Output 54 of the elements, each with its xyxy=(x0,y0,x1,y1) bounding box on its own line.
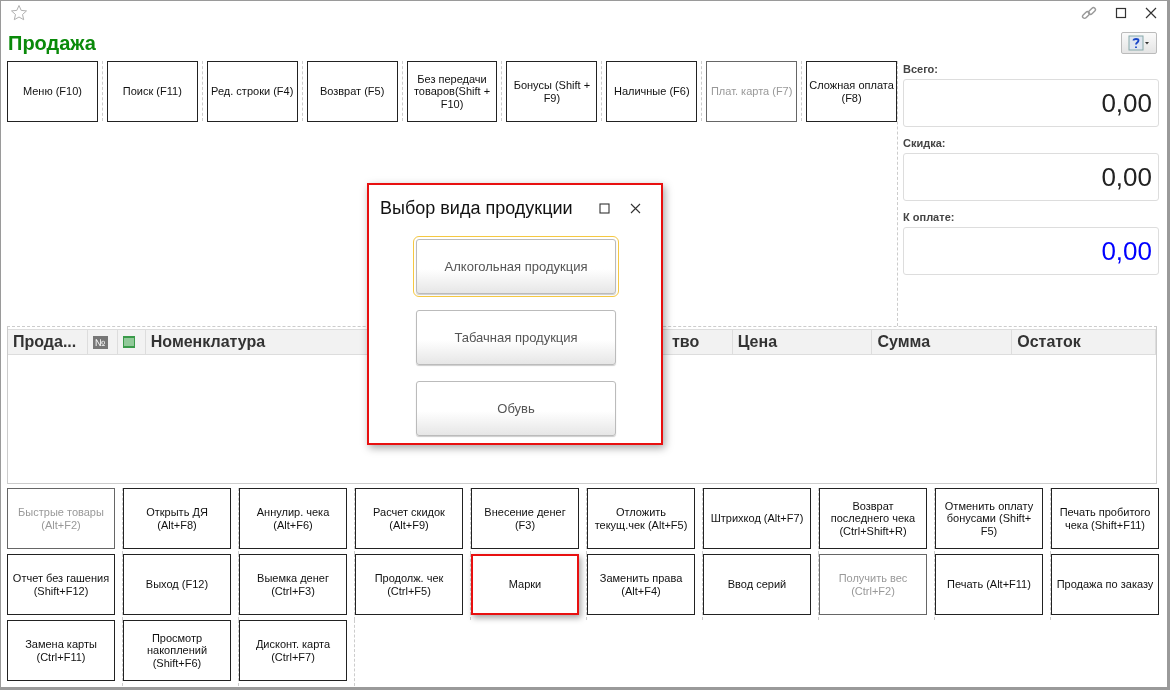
close-icon[interactable] xyxy=(1145,7,1157,19)
toolbar-button[interactable]: Наличные (F6) xyxy=(606,61,698,122)
window-title: Продажа xyxy=(8,31,96,55)
action-button[interactable]: Открыть ДЯ (Alt+F8) xyxy=(123,488,231,549)
action-button[interactable]: Дисконт. карта (Ctrl+F7) xyxy=(239,620,347,681)
column-header[interactable]: Прода... xyxy=(13,333,77,351)
help-icon xyxy=(1128,35,1150,51)
action-button[interactable]: Отложить текущ.чек (Alt+F5) xyxy=(587,488,695,549)
close-icon[interactable] xyxy=(629,202,641,214)
action-button[interactable]: Ввод серий xyxy=(703,554,811,615)
action-button[interactable]: Продолж. чек (Ctrl+F5) xyxy=(355,554,463,615)
action-button[interactable]: Внесение денег (F3) xyxy=(471,488,579,549)
option-button[interactable]: Обувь xyxy=(416,381,616,436)
action-button[interactable]: Расчет скидок (Alt+F9) xyxy=(355,488,463,549)
toolbar-button[interactable]: Без передачи товаров(Shift + F10) xyxy=(406,61,498,122)
action-button[interactable]: Печать (Alt+F11) xyxy=(935,554,1043,615)
toolbar-button[interactable]: Меню (F10) xyxy=(7,61,98,122)
star-icon[interactable] xyxy=(10,4,28,22)
column-header[interactable]: Номенклатура xyxy=(150,333,266,351)
toolbar-button[interactable]: Поиск (F11) xyxy=(106,61,198,122)
action-button[interactable]: Отменить оплату бонусами (Shift+ F5) xyxy=(935,488,1043,549)
column-header[interactable]: Сумма xyxy=(877,333,931,351)
column-header[interactable]: Цена xyxy=(737,333,778,351)
number-column-header[interactable]: № xyxy=(92,335,108,349)
action-button[interactable]: Отчет без гашения (Shift+F12) xyxy=(7,554,115,615)
action-button[interactable]: Штрихкод (Alt+F7) xyxy=(703,488,811,549)
total-field: 0,00 xyxy=(903,79,1159,127)
toolbar-button[interactable]: Ред. строки (F4) xyxy=(206,61,298,122)
action-button[interactable]: Продажа по заказу xyxy=(1051,554,1159,615)
option-button[interactable]: Табачная продукция xyxy=(416,310,616,365)
action-button[interactable]: Печать пробитого чека (Shift+F11) xyxy=(1051,488,1159,549)
action-button[interactable]: Выход (F12) xyxy=(123,554,231,615)
column-header[interactable]: Остаток xyxy=(1017,333,1081,351)
maximize-icon[interactable] xyxy=(1115,7,1127,19)
action-button[interactable]: Марки xyxy=(471,554,579,615)
total-label: Всего: xyxy=(903,63,939,75)
total-field: 0,00 xyxy=(903,153,1159,201)
toolbar-button[interactable]: Бонусы (Shift + F9) xyxy=(506,61,598,122)
maximize-icon[interactable] xyxy=(598,202,610,214)
toolbar-button[interactable]: Возврат (F5) xyxy=(306,61,398,122)
total-label: К оплате: xyxy=(903,211,956,223)
action-button[interactable]: Возврат последнего чека (Ctrl+Shift+R) xyxy=(819,488,927,549)
action-button[interactable]: Выемка денег (Ctrl+F3) xyxy=(239,554,347,615)
action-button[interactable]: Просмотр накоплений (Shift+F6) xyxy=(123,620,231,681)
link-icon[interactable] xyxy=(1081,5,1097,21)
help-button[interactable] xyxy=(1121,32,1157,54)
dialog-title: Выбор вида продукции xyxy=(380,197,573,219)
action-button[interactable]: Замена карты (Ctrl+F11) xyxy=(7,620,115,681)
option-button[interactable]: Алкогольная продукция xyxy=(416,239,616,294)
total-label: Скидка: xyxy=(903,137,947,149)
action-button[interactable]: Заменить права (Alt+F4) xyxy=(587,554,695,615)
action-button[interactable]: Аннулир. чека (Alt+F6) xyxy=(239,488,347,549)
toolbar-button[interactable]: Сложная оплата (F8) xyxy=(806,61,897,122)
total-field: 0,00 xyxy=(903,227,1159,275)
